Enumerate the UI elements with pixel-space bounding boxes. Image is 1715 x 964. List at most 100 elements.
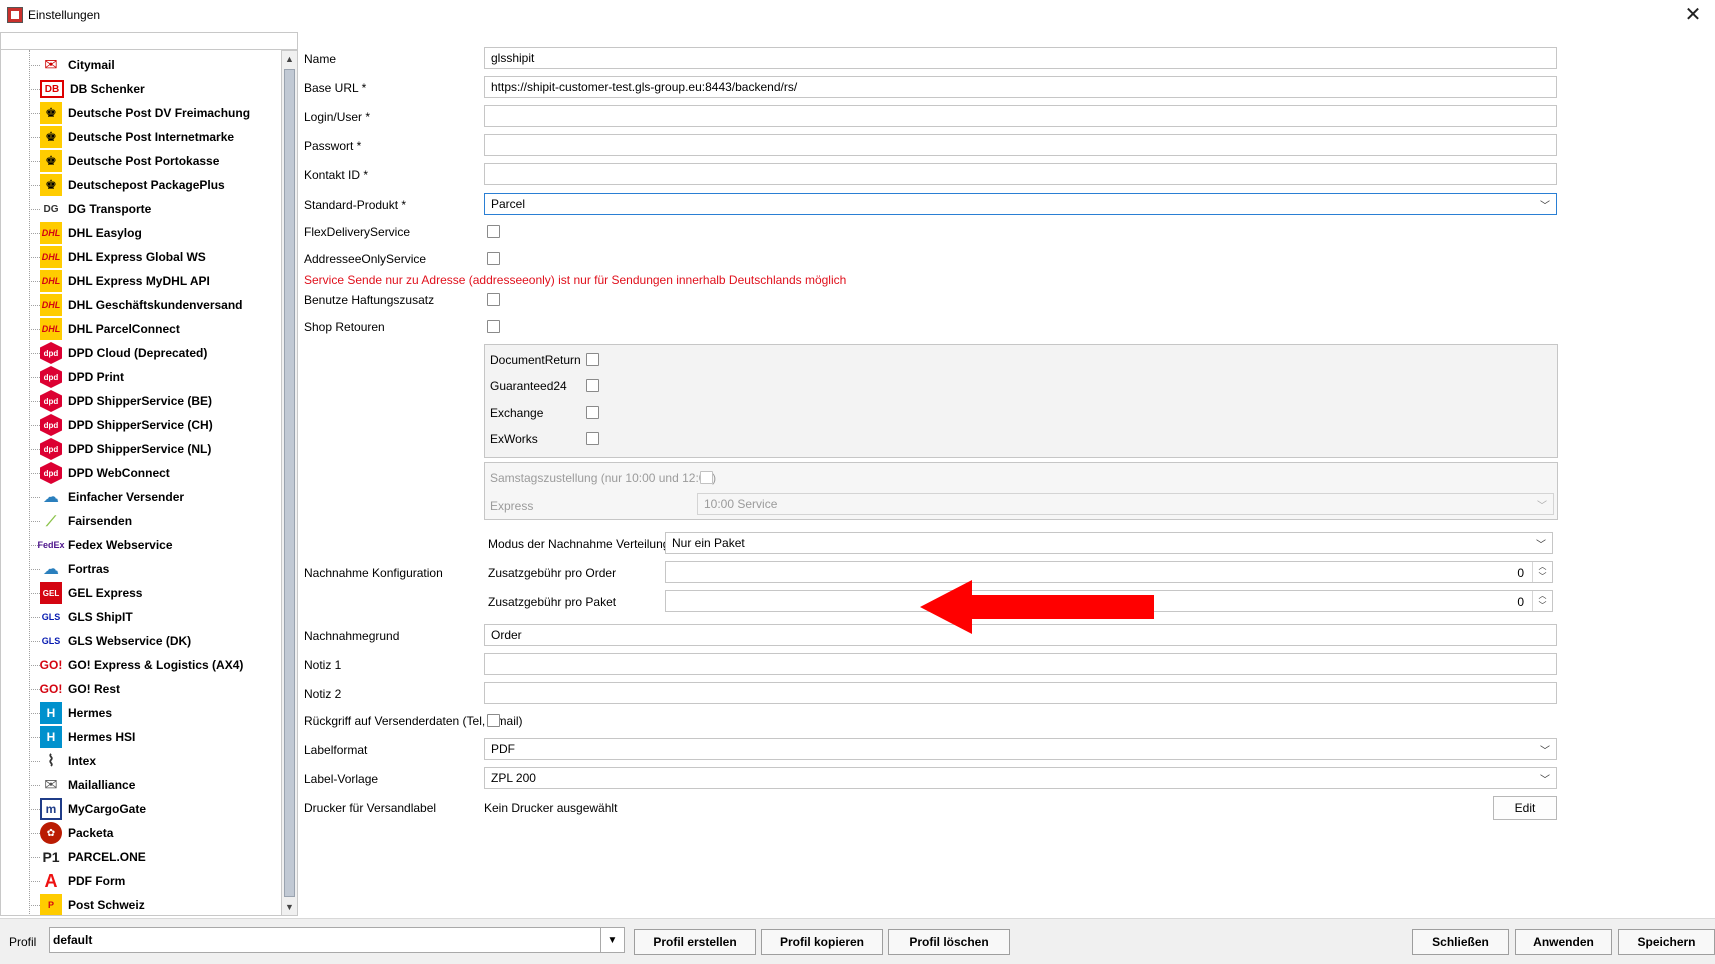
tree-item[interactable]: P Post Schweiz: [29, 893, 281, 915]
tree-item[interactable]: DB DB Schenker: [29, 77, 281, 101]
profil-create-button[interactable]: Profil erstellen: [634, 929, 756, 955]
tree-item[interactable]: ☁ Einfacher Versender: [29, 485, 281, 509]
dpd-cube-icon: dpd: [40, 438, 62, 460]
edit-printer-button[interactable]: Edit: [1493, 796, 1557, 820]
tree-item[interactable]: ♚ Deutsche Post DV Freimachung: [29, 101, 281, 125]
exchange-checkbox[interactable]: [586, 406, 599, 419]
tree-item[interactable]: A PDF Form: [29, 869, 281, 893]
notiz2-input[interactable]: [484, 682, 1557, 704]
scrollbar-thumb[interactable]: [284, 69, 295, 897]
tree-item[interactable]: DHL DHL Express MyDHL API: [29, 269, 281, 293]
guaranteed24-checkbox[interactable]: [586, 379, 599, 392]
labelformat-select[interactable]: PDF ﹀: [484, 738, 1557, 760]
envelope-icon: ✉: [44, 57, 58, 74]
red-arrow-annotation: [920, 580, 1154, 634]
modus-select[interactable]: Nur ein Paket ﹀: [665, 532, 1553, 554]
gebuehr-order-value: 0: [1517, 566, 1524, 580]
notiz1-input[interactable]: [484, 653, 1557, 675]
flex-label: FlexDeliveryService: [304, 225, 411, 239]
login-input[interactable]: [484, 105, 1557, 127]
spinner-buttons[interactable]: ︿ ﹀: [1532, 591, 1552, 611]
hermes-logo-icon: H: [40, 726, 62, 748]
tree-item[interactable]: P1 PARCEL.ONE: [29, 845, 281, 869]
apply-button[interactable]: Anwenden: [1515, 929, 1612, 955]
gel-logo-icon: GEL: [40, 582, 62, 604]
scroll-up-icon[interactable]: ▲: [282, 51, 297, 67]
tree-item[interactable]: ♚ Deutsche Post Internetmarke: [29, 125, 281, 149]
express-value: 10:00 Service: [704, 497, 778, 511]
profil-select[interactable]: default ▼: [49, 927, 625, 953]
drucker-value: Kein Drucker ausgewählt: [484, 801, 618, 815]
profil-delete-button[interactable]: Profil löschen: [888, 929, 1010, 955]
baseurl-input[interactable]: https://shipit-customer-test.gls-group.e…: [484, 76, 1557, 98]
vorlage-select[interactable]: ZPL 200 ﹀: [484, 767, 1557, 789]
settings-form: Name glsshipit Base URL * https://shipit…: [298, 32, 1715, 916]
samstag-checkbox[interactable]: [700, 471, 713, 484]
tree-item[interactable]: dpd DPD ShipperService (CH): [29, 413, 281, 437]
tree-filter-input[interactable]: [0, 32, 298, 50]
tree-item[interactable]: GEL GEL Express: [29, 581, 281, 605]
kontakt-input[interactable]: [484, 163, 1557, 185]
tree-item[interactable]: H Hermes: [29, 701, 281, 725]
tree-item[interactable]: DHL DHL Easylog: [29, 221, 281, 245]
tree-item[interactable]: ⟋ Fairsenden: [29, 509, 281, 533]
tree-item[interactable]: ✉ Mailalliance: [29, 773, 281, 797]
password-input[interactable]: [484, 134, 1557, 156]
tree-item[interactable]: DHL DHL Geschäftskundenversand: [29, 293, 281, 317]
tree-item[interactable]: FedEx Fedex Webservice: [29, 533, 281, 557]
chevron-up-icon[interactable]: ︿: [1533, 591, 1552, 601]
tree-item-label: DG Transporte: [68, 202, 152, 216]
tree-item[interactable]: dpd DPD ShipperService (NL): [29, 437, 281, 461]
tree-scrollbar[interactable]: ▲ ▼: [282, 50, 298, 916]
tree-item[interactable]: ♚ Deutschepost PackagePlus: [29, 173, 281, 197]
produkt-label: Standard-Produkt *: [304, 198, 407, 212]
addressee-checkbox[interactable]: [487, 252, 500, 265]
produkt-value: Parcel: [491, 197, 526, 211]
close-button[interactable]: Schließen: [1412, 929, 1509, 955]
tree-item[interactable]: dpd DPD ShipperService (BE): [29, 389, 281, 413]
produkt-select[interactable]: Parcel ﹀: [484, 193, 1557, 215]
dpd-cube-icon: dpd: [40, 342, 62, 364]
retouren-checkbox[interactable]: [487, 320, 500, 333]
haftung-checkbox[interactable]: [487, 293, 500, 306]
save-button[interactable]: Speichern: [1618, 929, 1715, 955]
profil-copy-button[interactable]: Profil kopieren: [761, 929, 883, 955]
tree-item[interactable]: GO! GO! Rest: [29, 677, 281, 701]
tree-item[interactable]: GO! GO! Express & Logistics (AX4): [29, 653, 281, 677]
tree-item[interactable]: m MyCargoGate: [29, 797, 281, 821]
tree-item[interactable]: DHL DHL ParcelConnect: [29, 317, 281, 341]
tree-branch: [29, 328, 40, 330]
scroll-down-icon[interactable]: ▼: [282, 899, 297, 915]
tree-item[interactable]: dpd DPD Cloud (Deprecated): [29, 341, 281, 365]
chevron-down-icon[interactable]: ﹀: [1533, 572, 1552, 582]
flex-checkbox[interactable]: [487, 225, 500, 238]
close-icon[interactable]: ✕: [1681, 3, 1705, 27]
dhl-logo-icon: DHL: [40, 246, 62, 268]
tree-item[interactable]: GLS GLS ShipIT: [29, 605, 281, 629]
chevron-down-icon[interactable]: ▼: [600, 928, 624, 952]
tree-branch: [29, 256, 40, 258]
tree-item[interactable]: GLS GLS Webservice (DK): [29, 629, 281, 653]
tree-item[interactable]: DHL DHL Express Global WS: [29, 245, 281, 269]
tree-item[interactable]: dpd DPD WebConnect: [29, 461, 281, 485]
tree-branch: [29, 232, 40, 234]
tree-item[interactable]: H Hermes HSI: [29, 725, 281, 749]
spinner-buttons[interactable]: ︿ ﹀: [1532, 562, 1552, 582]
password-label: Passwort *: [304, 139, 362, 153]
chevron-down-icon[interactable]: ﹀: [1533, 601, 1552, 611]
intex-logo-icon: ⌇: [47, 753, 55, 770]
tree-item[interactable]: ✉ Citymail: [29, 53, 281, 77]
exworks-checkbox[interactable]: [586, 432, 599, 445]
name-input[interactable]: glsshipit: [484, 47, 1557, 69]
rueckgriff-checkbox[interactable]: [487, 714, 500, 727]
tree-item[interactable]: ✿ Packeta: [29, 821, 281, 845]
tree-branch: [29, 64, 40, 66]
express-select[interactable]: 10:00 Service ﹀: [697, 493, 1554, 515]
chevron-up-icon[interactable]: ︿: [1533, 562, 1552, 572]
tree-item[interactable]: DG DG Transporte: [29, 197, 281, 221]
tree-item[interactable]: dpd DPD Print: [29, 365, 281, 389]
tree-item[interactable]: ☁ Fortras: [29, 557, 281, 581]
document-return-checkbox[interactable]: [586, 353, 599, 366]
tree-item[interactable]: ⌇ Intex: [29, 749, 281, 773]
tree-item[interactable]: ♚ Deutsche Post Portokasse: [29, 149, 281, 173]
